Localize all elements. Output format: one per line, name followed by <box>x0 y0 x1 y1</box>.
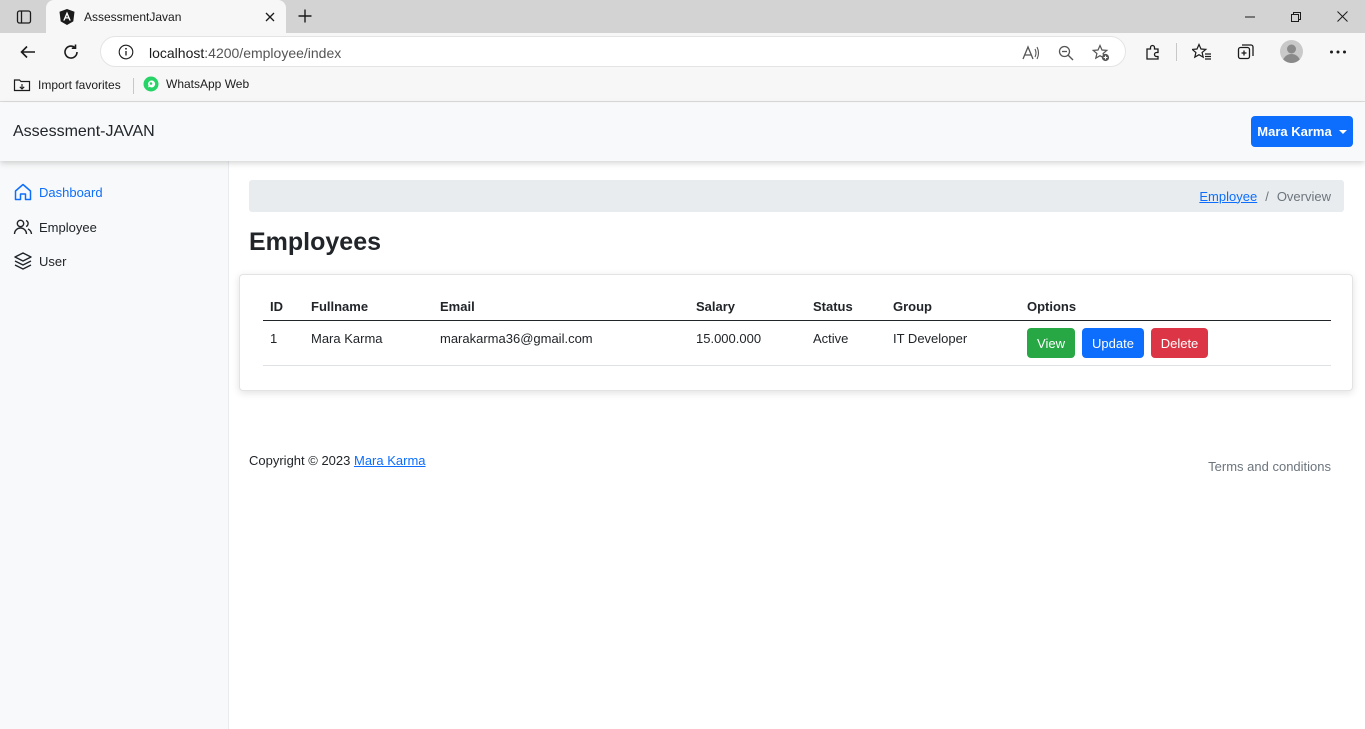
breadcrumb-link-employee[interactable]: Employee <box>1199 189 1257 204</box>
site-info-icon[interactable] <box>118 44 134 60</box>
minimize-icon[interactable] <box>1227 0 1273 33</box>
user-menu-button[interactable]: Mara Karma <box>1251 116 1353 147</box>
toolbar-divider <box>1176 43 1177 61</box>
tab-actions-icon[interactable] <box>10 6 38 28</box>
zoom-out-icon[interactable] <box>1056 43 1076 63</box>
terms-link[interactable]: Terms and conditions <box>1208 459 1331 474</box>
sidebar-item-label: Employee <box>39 219 97 235</box>
close-window-icon[interactable] <box>1319 0 1365 33</box>
tab-title: AssessmentJavan <box>84 9 182 24</box>
angular-logo-icon <box>58 8 76 26</box>
view-button[interactable]: View <box>1027 328 1075 358</box>
extensions-icon[interactable] <box>1140 39 1166 65</box>
browser-tab-active[interactable]: AssessmentJavan <box>46 0 286 33</box>
column-header-id: ID <box>270 299 283 314</box>
browser-toolbar: localhost:4200/employee/index <box>0 33 1365 70</box>
layers-icon <box>14 252 32 270</box>
window-controls <box>1227 0 1365 33</box>
favorites-divider <box>133 78 134 94</box>
restore-icon[interactable] <box>1273 0 1319 33</box>
cell-fullname: Mara Karma <box>311 331 383 346</box>
column-header-options: Options <box>1027 299 1077 314</box>
author-link[interactable]: Mara Karma <box>354 453 426 468</box>
back-icon[interactable] <box>15 39 41 65</box>
employee-table-card: ID Fullname Email Salary Status Group Op… <box>239 274 1353 391</box>
copyright-text: Copyright © 2023 <box>249 453 351 468</box>
favorite-whatsapp[interactable]: WhatsApp Web <box>143 76 249 92</box>
footer-copyright: Copyright © 2023 Mara Karma <box>249 453 426 468</box>
favorite-import[interactable]: Import favorites <box>13 76 121 94</box>
column-header-status: Status <box>813 299 853 314</box>
tab-close-icon[interactable] <box>262 9 278 25</box>
sidebar-item-label: User <box>39 253 67 269</box>
users-icon <box>13 219 33 235</box>
url-text[interactable]: localhost:4200/employee/index <box>149 45 341 61</box>
cell-status: Active <box>813 331 849 346</box>
sidebar-item-user[interactable]: User <box>13 251 66 271</box>
refresh-icon[interactable] <box>58 39 84 65</box>
column-header-group: Group <box>893 299 932 314</box>
sidebar-item-dashboard[interactable]: Dashboard <box>13 182 103 202</box>
employee-table: ID Fullname Email Salary Status Group Op… <box>263 295 1331 366</box>
cell-group: IT Developer <box>893 331 968 346</box>
column-header-salary: Salary <box>696 299 736 314</box>
update-button[interactable]: Update <box>1082 328 1144 358</box>
breadcrumb-current: Overview <box>1276 188 1331 204</box>
read-aloud-icon[interactable] <box>1021 43 1041 63</box>
new-tab-icon[interactable] <box>294 5 316 27</box>
cell-salary: 15.000.000 <box>696 331 762 346</box>
page-title: Employees <box>249 228 382 256</box>
user-name: Mara Karma <box>1257 124 1332 139</box>
sidebar: Dashboard Employee User <box>0 161 229 729</box>
brand-title[interactable]: Assessment-JAVAN <box>13 123 155 141</box>
column-header-email: Email <box>440 299 475 314</box>
profile-avatar[interactable] <box>1280 40 1303 63</box>
favorites-icon[interactable] <box>1189 39 1215 65</box>
delete-button[interactable]: Delete <box>1151 328 1208 358</box>
favorite-label: Import favorites <box>38 78 121 92</box>
collections-icon[interactable] <box>1233 39 1259 65</box>
cell-email: marakarma36@gmail.com <box>440 331 593 346</box>
app-navbar: Assessment-JAVAN Mara Karma <box>0 103 1365 161</box>
breadcrumb-separator: / <box>1265 188 1269 204</box>
table-row: 1 Mara Karma marakarma36@gmail.com 15.00… <box>263 321 1331 366</box>
main-content: Employee / Overview Employees ID Fullnam… <box>229 161 1365 729</box>
caret-down-icon <box>1338 129 1347 134</box>
whatsapp-icon <box>143 76 159 92</box>
sidebar-item-label: Dashboard <box>39 184 103 200</box>
home-icon <box>14 183 32 201</box>
favorites-bar: Import favorites WhatsApp Web <box>0 70 1365 102</box>
browser-tab-strip: AssessmentJavan <box>0 0 1365 33</box>
sidebar-item-employee[interactable]: Employee <box>13 217 97 237</box>
import-folder-icon <box>13 79 31 92</box>
table-header-row: ID Fullname Email Salary Status Group Op… <box>263 295 1331 321</box>
column-header-fullname: Fullname <box>311 299 369 314</box>
address-bar[interactable]: localhost:4200/employee/index <box>100 36 1126 67</box>
favorite-label: WhatsApp Web <box>166 77 250 91</box>
more-options-icon[interactable] <box>1325 39 1351 65</box>
cell-id: 1 <box>270 331 278 346</box>
add-favorite-icon[interactable] <box>1091 43 1111 63</box>
breadcrumb: Employee / Overview <box>249 180 1344 212</box>
